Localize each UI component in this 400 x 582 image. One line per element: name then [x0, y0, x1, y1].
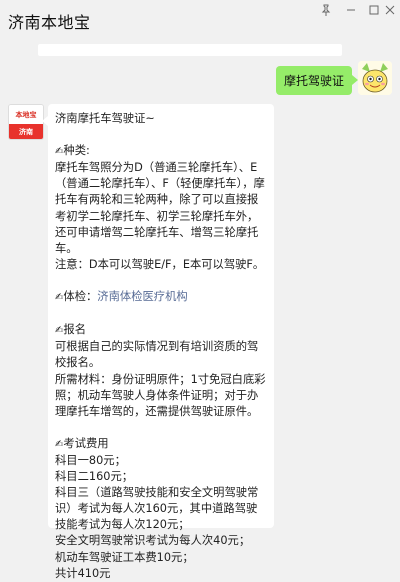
fee-heading-line: ✍考试费用: [55, 436, 268, 453]
signup-text: 可根据自己的实际情况到有培训资质的驾校报名。: [55, 340, 259, 370]
sent-message-bubble[interactable]: 摩托驾驶证: [275, 66, 359, 95]
kind-note: 注意：D本可以驾驶E/F，E本可以驾驶F。: [55, 257, 265, 271]
cartoon-avatar-icon: [358, 61, 392, 95]
avatar-brand-text: 本地宝: [9, 105, 43, 124]
exam-line: ✍体检：济南体检医疗机构: [55, 289, 268, 306]
user-avatar[interactable]: [358, 61, 392, 95]
close-icon[interactable]: [378, 0, 400, 20]
kind-text: 摩托车驾照分为D（普通三轮摩托车）、E（普通二轮摩托车）、F（轻便摩托车），摩托…: [55, 161, 265, 255]
fee-subject-3: 科目三（道路驾驶技能和安全文明驾驶常识）考试为每人次160元，其中道路驾驶技能考…: [55, 486, 259, 532]
fee-safety-knowledge: 安全文明驾驶常识考试为每人次40元；: [55, 534, 251, 548]
previous-message-edge: [38, 44, 342, 56]
fee-license-cost: 机动车驾驶证工本费10元；: [55, 550, 194, 564]
sent-message-text: 摩托驾驶证: [283, 74, 344, 88]
exam-label: 体检：: [63, 290, 98, 304]
avatar-city-text: 济南: [9, 124, 43, 139]
kind-heading: 种类:: [63, 144, 90, 158]
fee-subject-1: 科目一80元；: [55, 453, 126, 467]
kind-heading-line: ✍种类:: [55, 143, 268, 160]
signup-heading-line: ✍报名: [55, 322, 268, 339]
minimize-icon[interactable]: [339, 0, 363, 20]
reply-message-bubble[interactable]: 济南摩托车驾驶证~ ✍种类: 摩托车驾照分为D（普通三轮摩托车）、E（普通二轮摩…: [42, 104, 274, 580]
window-title: 济南本地宝: [8, 13, 91, 32]
pin-icon[interactable]: [314, 0, 338, 20]
fee-subject-2: 科目二160元；: [55, 470, 134, 484]
signup-heading: 报名: [63, 323, 86, 337]
exam-institution-link[interactable]: 济南体检医疗机构: [97, 290, 187, 303]
materials-text: 所需材料：身份证明原件；1寸免冠白底彩照；机动车驾驶人身体条件证明；对于办理摩托…: [55, 372, 266, 418]
title-bar: 济南本地宝: [0, 0, 400, 38]
fee-total: 共计410元: [55, 566, 111, 580]
official-account-avatar[interactable]: 本地宝 济南: [8, 104, 44, 140]
reply-intro: 济南摩托车驾驶证~: [55, 112, 155, 125]
fee-heading: 考试费用: [63, 436, 109, 450]
